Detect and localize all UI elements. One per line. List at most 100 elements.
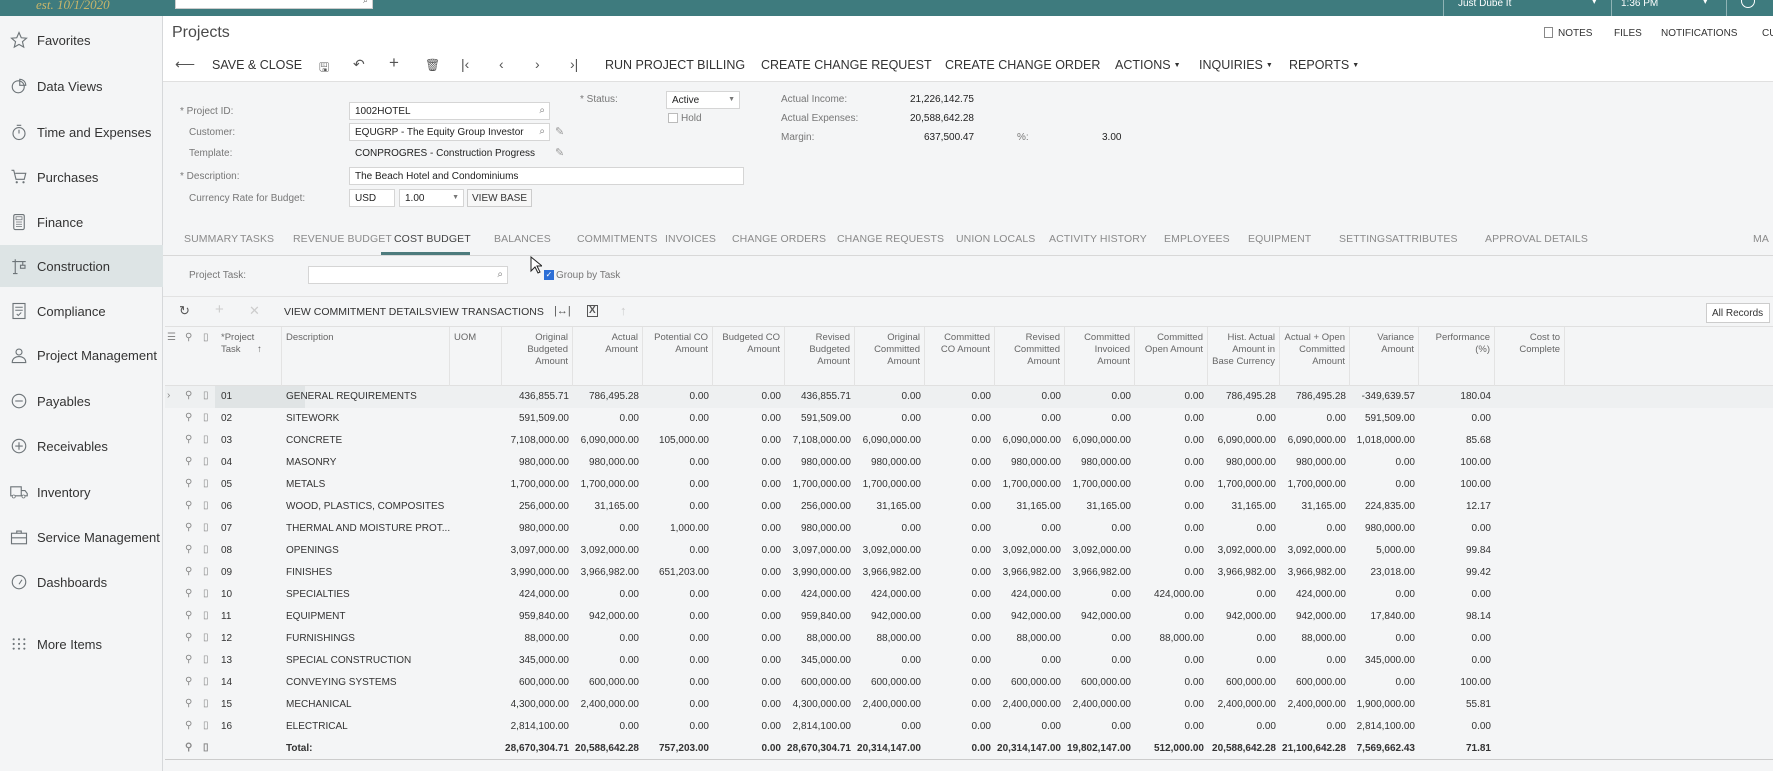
grid-cell[interactable]: 0.00 [972,633,991,644]
run-project-billing-button[interactable]: RUN PROJECT BILLING [605,58,745,72]
grid-cell[interactable]: 0.00 [762,523,781,534]
grid-cell[interactable]: 0.00 [762,435,781,446]
grid-cell[interactable]: 1,018,000.00 [1357,435,1415,446]
grid-cell[interactable]: 0.00 [762,677,781,688]
grid-cell[interactable]: 09 [221,567,232,578]
note-icon[interactable]: ▯ [203,676,209,687]
grid-cell[interactable]: 345,000.00 [1365,655,1415,666]
grid-cell[interactable]: 3,966,982.00 [1073,567,1131,578]
grid-cell[interactable]: 942,000.00 [871,611,921,622]
table-row[interactable]: ⚲ ▯ 12 FURNISHINGS 88,000.00 0.00 0.00 0.00 88,0… [165,628,1773,650]
column-header[interactable]: Committed Open Amount [1135,327,1208,387]
add-icon[interactable]: + [389,53,399,73]
grid-cell[interactable]: 2,400,000.00 [863,699,921,710]
grid-cell[interactable]: 942,000.00 [1296,611,1346,622]
grid-cell[interactable]: 20,314,147.00 [857,743,921,754]
grid-cell[interactable]: 2,400,000.00 [1218,699,1276,710]
grid-cell[interactable]: 0.00 [1112,633,1131,644]
grid-cell[interactable]: 2,400,000.00 [1073,699,1131,710]
column-header[interactable]: Cost to Complete [1495,327,1565,387]
grid-cell[interactable]: 0.00 [972,567,991,578]
grid-cell[interactable]: 88,000.00 [525,633,570,644]
grid-cell[interactable]: 0.00 [1185,391,1204,402]
grid-cell[interactable]: SPECIALTIES [286,589,350,600]
table-row[interactable]: ⚲ ▯ 14 CONVEYING SYSTEMS 600,000.00 600,000.0… [165,672,1773,694]
grid-cell[interactable]: CONVEYING SYSTEMS [286,677,397,688]
grid-cell[interactable]: 0.00 [690,391,709,402]
grid-cell[interactable]: 0.00 [1112,391,1131,402]
grid-cell[interactable]: 105,000.00 [659,435,709,446]
company-selector[interactable]: Just Dube It [1458,0,1511,9]
row-expand-icon[interactable]: › [167,390,170,401]
grid-cell[interactable]: SPECIAL CONSTRUCTION [286,655,411,666]
column-header[interactable]: Potential CO Amount [643,327,713,387]
grid-cell[interactable]: 100.00 [1460,457,1491,468]
reports-menu[interactable]: REPORTS ▼ [1289,58,1359,72]
grid-cell[interactable]: 01 [221,391,232,402]
grid-cell[interactable]: 19,802,147.00 [1067,743,1131,754]
table-row[interactable]: ⚲ ▯ 13 SPECIAL CONSTRUCTION 345,000.00 0.00 0.… [165,650,1773,672]
back-arrow-icon[interactable]: ⟵ [175,56,195,73]
grid-cell[interactable]: 591,509.00 [801,413,851,424]
column-header[interactable]: Variance Amount [1350,327,1419,387]
grid-cell[interactable]: 0.00 [1396,589,1415,600]
grid-cell[interactable]: 3,966,982.00 [581,567,639,578]
create-change-order-button[interactable]: CREATE CHANGE ORDER [945,58,1100,72]
grid-cell[interactable]: 71.81 [1466,743,1491,754]
grid-cell[interactable]: 0.00 [972,457,991,468]
grid-cell[interactable]: 3,990,000.00 [793,567,851,578]
edit-pencil-icon[interactable]: ✎ [555,125,564,138]
grid-cell[interactable]: 980,000.00 [1011,457,1061,468]
grid-cell[interactable]: 0.00 [902,721,921,732]
attachment-icon[interactable]: ⚲ [185,434,192,445]
grid-cell[interactable]: 2,400,000.00 [581,699,639,710]
table-row[interactable]: ⚲ ▯ 15 MECHANICAL 4,300,000.00 2,400,000.00 0.… [165,694,1773,716]
grid-cell[interactable]: 99.42 [1466,567,1491,578]
grid-cell[interactable]: 0.00 [1112,523,1131,534]
attachment-icon[interactable]: ⚲ [185,412,192,423]
attachment-icon[interactable]: ⚲ [185,742,192,753]
attachment-icon[interactable]: ⚲ [185,522,192,533]
note-icon[interactable]: ▯ [203,544,209,555]
sidebar-item-construction[interactable]: Construction [0,245,163,287]
undo-icon[interactable]: ↶ [353,56,365,73]
grid-cell[interactable]: 600,000.00 [589,677,639,688]
table-row[interactable]: ⚲ ▯ 07 THERMAL AND MOISTURE PROT... 980,000.… [165,518,1773,540]
grid-cell[interactable]: 0.00 [762,479,781,490]
grid-cell[interactable]: 0.00 [1112,655,1131,666]
note-icon[interactable]: ▯ [203,588,209,599]
grid-cell[interactable]: 12 [221,633,232,644]
grid-cell[interactable]: 786,495.28 [1296,391,1346,402]
grid-cell[interactable]: 7,108,000.00 [511,435,569,446]
grid-cell[interactable]: 6,090,000.00 [863,435,921,446]
project-task-filter-input[interactable]: ⌕ [308,266,508,284]
grid-cell[interactable]: 6,090,000.00 [1288,435,1346,446]
grid-cell[interactable]: 0.00 [762,655,781,666]
grid-cell[interactable]: 15 [221,699,232,710]
grid-cell[interactable]: 3,966,982.00 [1288,567,1346,578]
sidebar-item-service-management[interactable]: Service Management [0,516,163,558]
grid-cell[interactable]: 3,092,000.00 [1288,545,1346,556]
grid-cell[interactable]: 1,700,000.00 [581,479,639,490]
grid-cell[interactable]: 07 [221,523,232,534]
grid-cell[interactable]: 959,840.00 [801,611,851,622]
attachment-icon[interactable]: ⚲ [185,676,192,687]
grid-cell[interactable]: 980,000.00 [589,457,639,468]
company-logo[interactable]: est. 10/1/2020 [36,0,110,13]
grid-cell[interactable]: 591,509.00 [1365,413,1415,424]
grid-cell[interactable]: 2,400,000.00 [1288,699,1346,710]
global-search-input[interactable]: ⌕ [175,0,373,9]
grid-cell[interactable]: 0.00 [762,589,781,600]
grid-cell[interactable]: 0.00 [690,677,709,688]
view-base-button[interactable]: VIEW BASE [467,189,533,207]
grid-cell[interactable]: 0.00 [762,457,781,468]
edit-pencil-icon[interactable]: ✎ [555,146,564,159]
grid-cell[interactable]: 0.00 [1042,523,1061,534]
note-icon[interactable]: ▯ [203,478,209,489]
grid-cell[interactable]: 345,000.00 [801,655,851,666]
time-selector[interactable]: 1:36 PM [1621,0,1658,9]
upload-icon[interactable]: ↑ [620,303,627,318]
grid-cell[interactable]: 1,700,000.00 [863,479,921,490]
grid-cell[interactable]: 224,835.00 [1365,501,1415,512]
grid-cell[interactable]: 0.00 [1042,413,1061,424]
